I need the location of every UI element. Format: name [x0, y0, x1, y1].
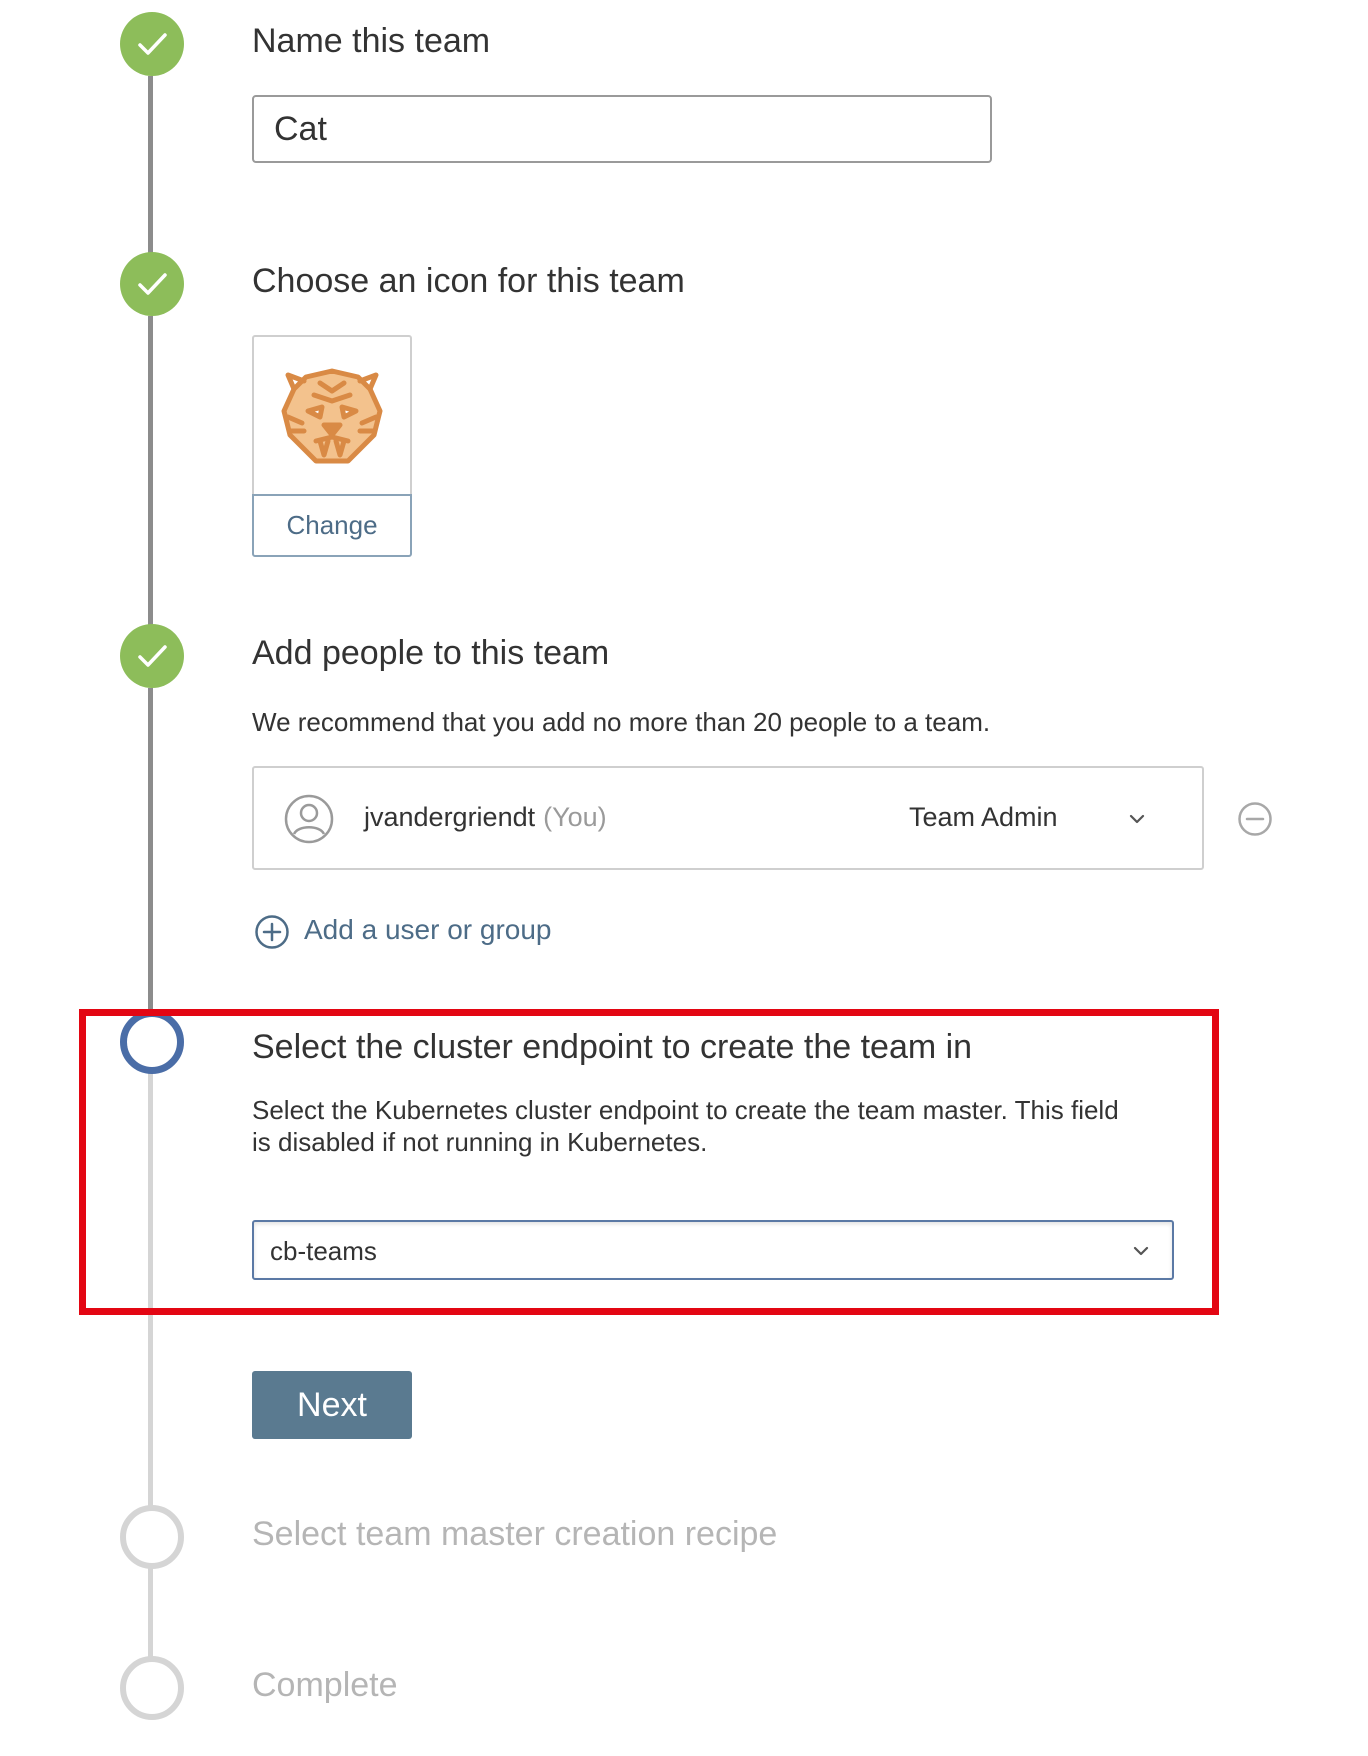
step-2-complete-indicator [120, 252, 184, 316]
check-icon [138, 273, 167, 295]
member-you-label: (You) [543, 802, 607, 832]
team-member-row: jvandergriendt (You) Team Admin [252, 766, 1204, 870]
member-role-select[interactable]: Team Admin [909, 802, 1058, 833]
step-6-title: Complete [252, 1666, 398, 1704]
user-icon [284, 794, 334, 844]
change-icon-button[interactable]: Change [252, 494, 412, 557]
team-icon-preview [254, 337, 410, 496]
step-1-title: Name this team [252, 22, 491, 60]
step-6-pending-indicator [120, 1656, 184, 1720]
add-circle-icon [255, 915, 289, 949]
remove-member-icon[interactable] [1237, 801, 1273, 837]
timeline-line-5 [148, 1568, 153, 1658]
step-3-complete-indicator [120, 624, 184, 688]
step-5-pending-indicator [120, 1505, 184, 1569]
step-1-complete-indicator [120, 12, 184, 76]
people-help-text: We recommend that you add no more than 2… [252, 707, 991, 737]
member-username: jvandergriendt (You) [364, 802, 607, 833]
add-user-label: Add a user or group [304, 914, 552, 945]
next-button[interactable]: Next [252, 1371, 412, 1439]
timeline-line-1 [148, 76, 153, 276]
highlight-box [79, 1009, 1219, 1315]
step-5-title: Select team master creation recipe [252, 1515, 778, 1553]
step-2-title: Choose an icon for this team [252, 262, 685, 300]
check-icon [138, 33, 167, 55]
timeline-line-3 [148, 688, 153, 1010]
member-username-text: jvandergriendt [364, 802, 536, 832]
team-icon-card: Change [252, 335, 412, 557]
chevron-down-icon[interactable] [1126, 808, 1148, 830]
timeline-line-2 [148, 316, 153, 652]
tiger-icon [281, 368, 383, 464]
team-name-input[interactable] [252, 95, 992, 163]
step-3-title: Add people to this team [252, 634, 610, 672]
check-icon [138, 645, 167, 667]
